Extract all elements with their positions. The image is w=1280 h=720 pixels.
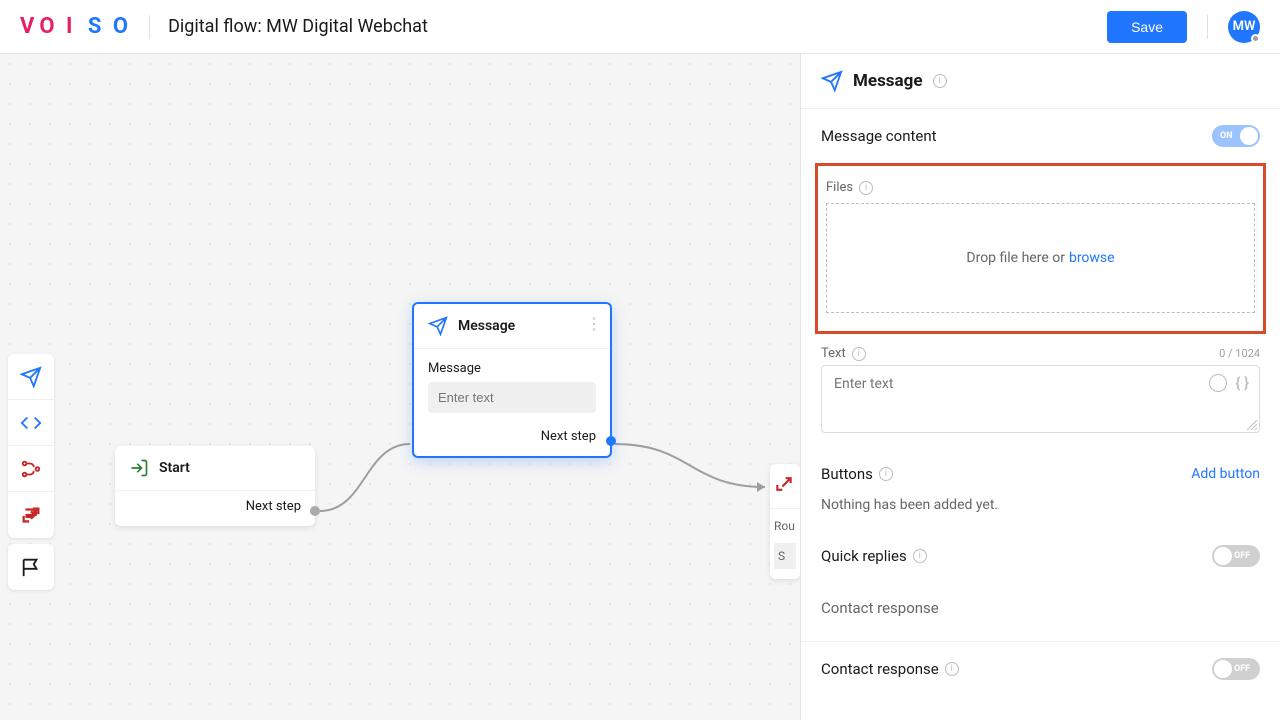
tool-api[interactable] <box>8 400 54 446</box>
quick-replies-toggle[interactable]: OFF <box>1212 545 1260 567</box>
header-left: VO I S O Digital flow: MW Digital Webcha… <box>20 14 428 39</box>
node-title: Start <box>159 460 190 476</box>
browse-link[interactable]: browse <box>1069 250 1115 266</box>
toolbox <box>8 354 54 590</box>
route-icon <box>774 474 794 494</box>
divider <box>149 15 150 39</box>
status-dot <box>1251 34 1260 43</box>
next-step-label: Next step <box>541 429 596 444</box>
section-title: Buttons i <box>821 465 893 483</box>
node-start[interactable]: Start Next step <box>115 446 315 526</box>
info-icon[interactable]: i <box>852 347 866 361</box>
tool-end[interactable] <box>8 544 54 590</box>
info-icon[interactable]: i <box>945 662 959 676</box>
add-button-link[interactable]: Add button <box>1191 466 1260 482</box>
next-step-label: Next step <box>246 499 301 514</box>
info-icon[interactable]: i <box>913 549 927 563</box>
node-message[interactable]: Message ⋮ Message Next step <box>412 302 612 458</box>
files-label: Files i <box>826 180 1255 195</box>
divider <box>1207 15 1208 39</box>
files-highlight-box: Files i Drop file here or browse <box>815 163 1266 334</box>
info-icon[interactable]: i <box>859 181 873 195</box>
contact-response-toggle[interactable]: OFF <box>1212 658 1260 680</box>
logo[interactable]: VO I S O <box>20 14 131 39</box>
route-icon <box>20 504 42 526</box>
section-title: Message content <box>821 127 937 145</box>
header: VO I S O Digital flow: MW Digital Webcha… <box>0 0 1280 54</box>
resize-handle[interactable] <box>1247 420 1257 430</box>
panel-title: Message <box>853 71 923 91</box>
file-dropzone[interactable]: Drop file here or browse <box>826 203 1255 313</box>
message-input[interactable] <box>428 382 596 413</box>
info-icon[interactable]: i <box>933 74 947 88</box>
tool-message[interactable] <box>8 354 54 400</box>
send-icon <box>20 366 42 388</box>
quick-replies-section: Quick replies i OFF <box>801 529 1280 583</box>
output-port[interactable] <box>310 506 320 516</box>
empty-buttons-text: Nothing has been added yet. <box>821 487 1260 513</box>
save-button[interactable]: Save <box>1107 11 1187 43</box>
api-icon <box>20 412 42 434</box>
output-port[interactable] <box>606 436 616 446</box>
tool-route[interactable] <box>8 492 54 538</box>
text-section: Text i 0 / 1024 { } <box>801 346 1280 449</box>
field-label: Message <box>428 361 596 376</box>
more-icon[interactable]: ⋮ <box>586 314 602 333</box>
panel-header: Message i <box>801 54 1280 109</box>
message-content-section: Message content ON <box>801 109 1280 163</box>
send-icon <box>428 316 448 336</box>
text-label: Text i <box>821 346 866 361</box>
emoji-icon[interactable] <box>1209 374 1227 392</box>
message-content-toggle[interactable]: ON <box>1212 125 1260 147</box>
message-text-input[interactable] <box>822 366 1259 432</box>
variable-icon[interactable]: { } <box>1235 374 1249 392</box>
header-right: Save MW <box>1107 11 1260 43</box>
text-area-wrap: { } <box>821 365 1260 433</box>
page-title: Digital flow: MW Digital Webchat <box>168 16 428 37</box>
side-panel: Message i Message content ON Files i Dro… <box>800 54 1280 720</box>
buttons-section: Buttons i Add button <box>801 449 1280 487</box>
node-route-partial[interactable]: Rou S <box>770 464 800 579</box>
flow-canvas[interactable]: Start Next step Message ⋮ Message Next s… <box>0 54 800 720</box>
char-count: 0 / 1024 <box>1219 347 1260 360</box>
edge-start-message <box>315 304 415 519</box>
info-icon[interactable]: i <box>879 467 893 481</box>
edge-message-next <box>610 439 775 499</box>
flag-icon <box>20 556 42 578</box>
send-icon <box>821 70 843 92</box>
contact-response-section: Contact response i OFF <box>801 641 1280 696</box>
section-title: Contact response i <box>821 660 959 678</box>
contact-response-muted: Contact response <box>801 583 1280 641</box>
section-title: Quick replies i <box>821 547 927 565</box>
flow-icon <box>20 458 42 480</box>
node-title: Message <box>458 318 515 334</box>
avatar[interactable]: MW <box>1228 11 1260 43</box>
start-icon <box>129 458 149 478</box>
tool-flow[interactable] <box>8 446 54 492</box>
